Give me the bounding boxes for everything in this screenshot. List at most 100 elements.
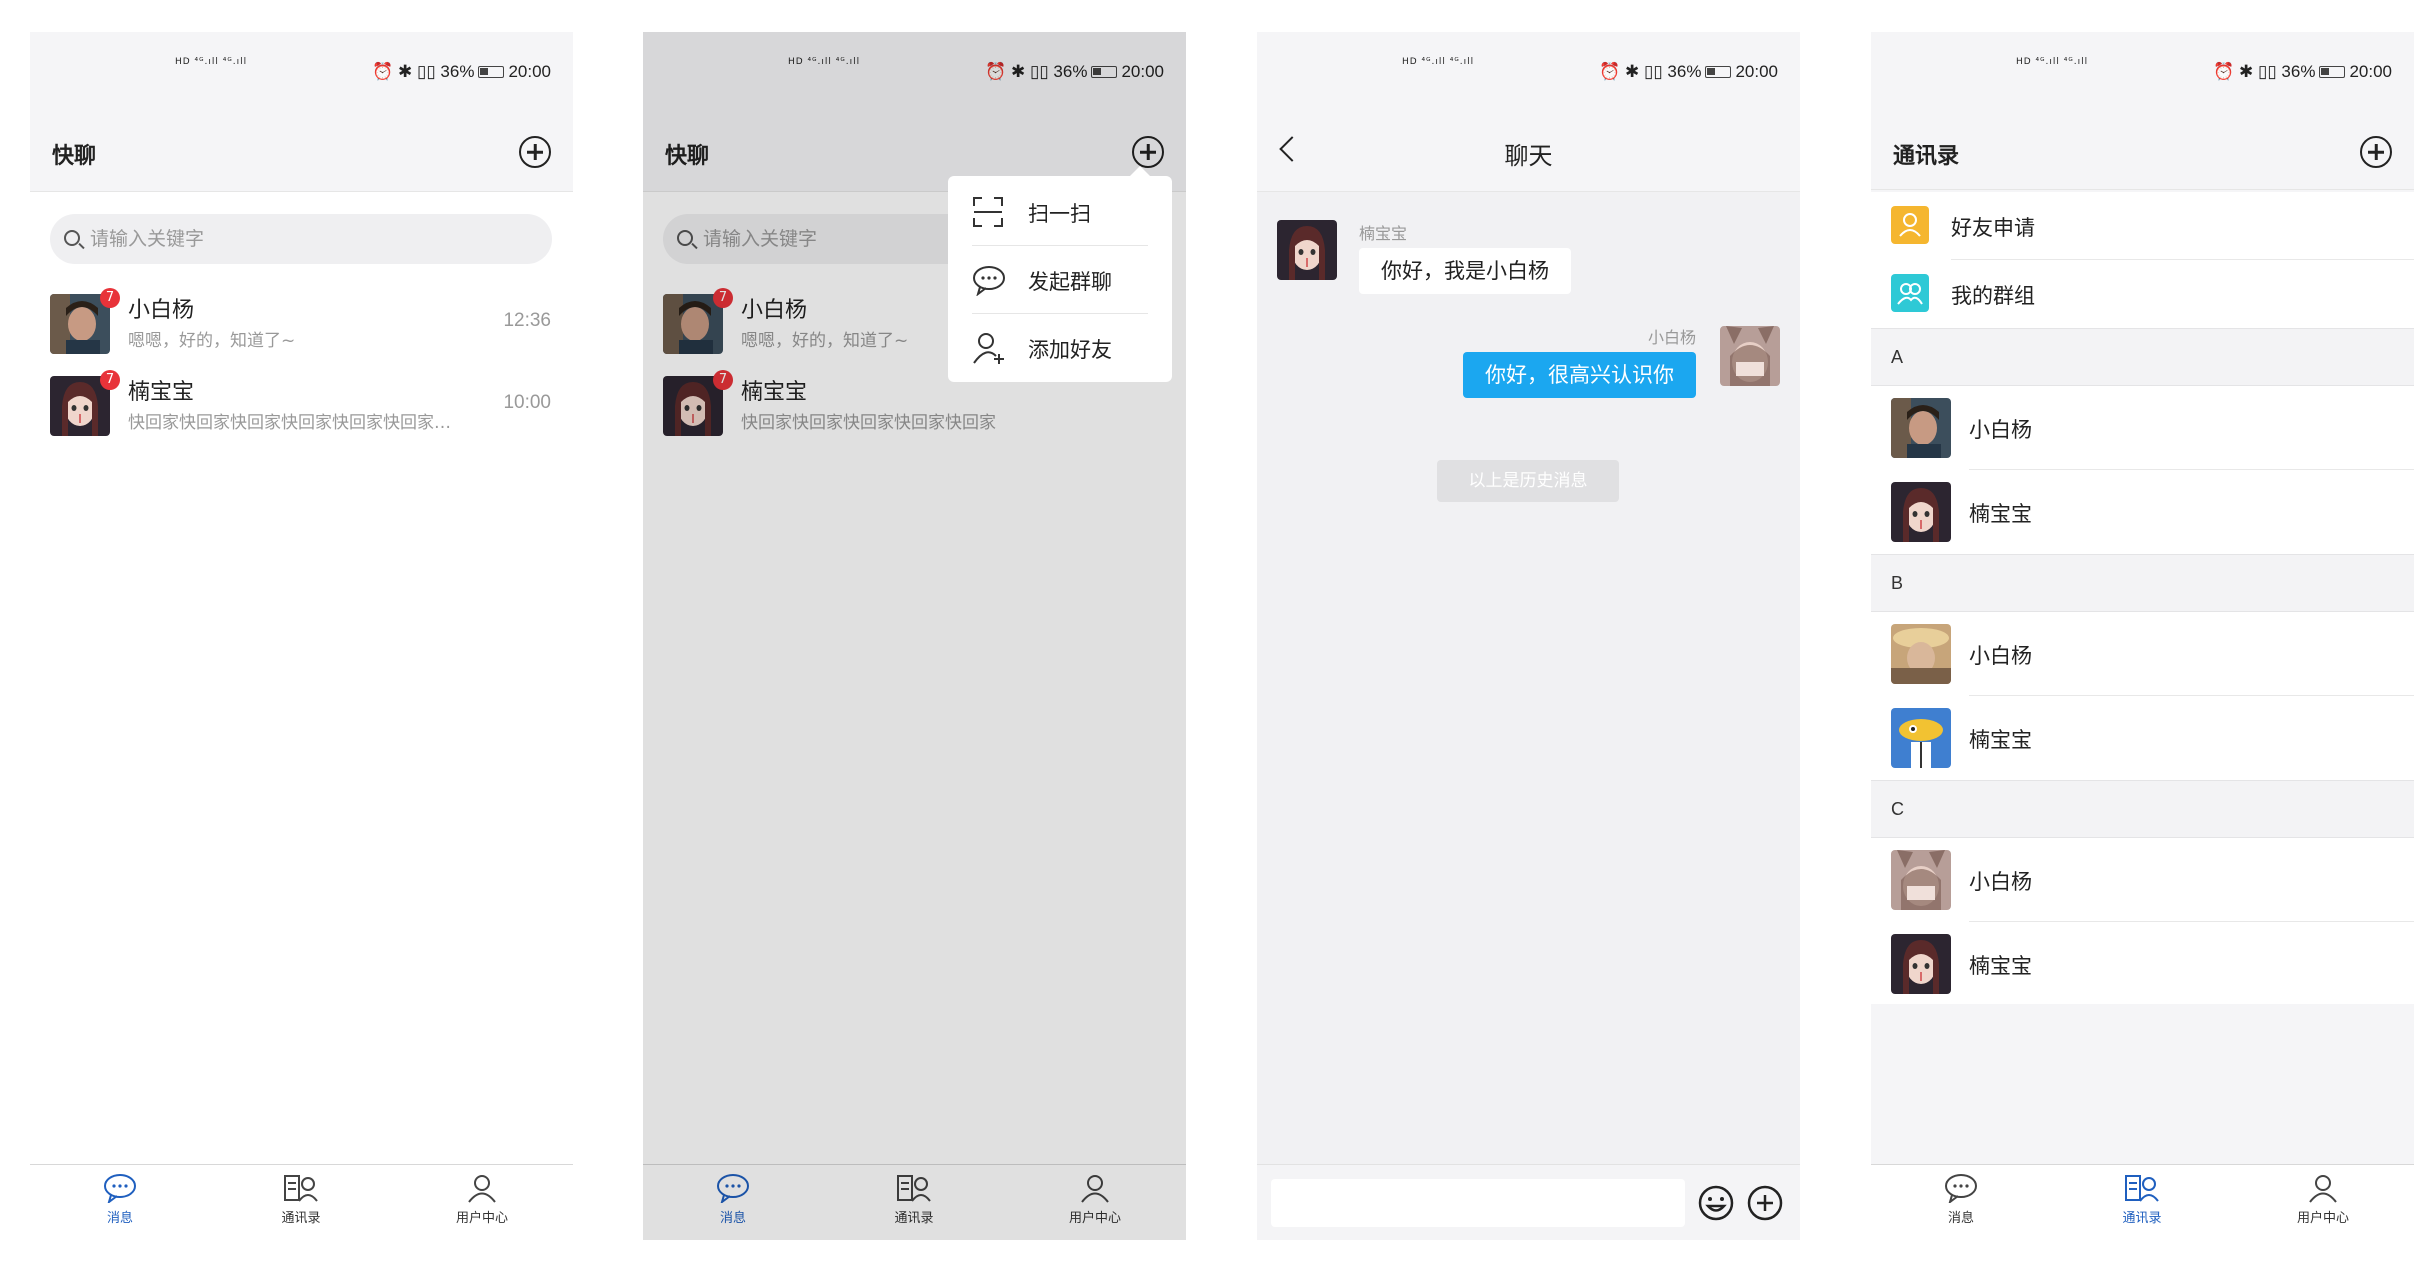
header: 快聊	[30, 108, 573, 192]
menu-item-label: 发起群聊	[1028, 270, 1112, 294]
contact-row[interactable]: 小白杨	[1871, 838, 2414, 922]
menu-item-add-friend[interactable]: 添加好友	[948, 314, 1172, 382]
avatar	[1891, 482, 1951, 542]
contact-name: 小白杨	[128, 298, 195, 323]
emoji-icon[interactable]	[1698, 1185, 1734, 1221]
tab-label: 用户中心	[455, 1211, 508, 1226]
contact-name: 小白杨	[1969, 870, 2032, 894]
battery-icon	[2319, 66, 2346, 78]
history-divider: 以上是历史消息	[1437, 460, 1619, 502]
page-title: 快聊	[52, 144, 97, 169]
tab-label: 通讯录	[281, 1211, 321, 1226]
message-bubble: 你好，很高兴认识你	[1463, 352, 1696, 398]
chat-bubble-icon	[973, 266, 1005, 296]
popup-menu: 扫一扫 发起群聊 添加好友	[948, 166, 1172, 382]
add-circle-icon[interactable]	[2360, 136, 2392, 168]
contact-row[interactable]: 小白杨	[1871, 612, 2414, 696]
avatar	[1891, 398, 1951, 458]
section-header: B	[1871, 554, 2414, 612]
contacts-icon	[2125, 1175, 2159, 1202]
tab-messages[interactable]: 消息	[1891, 1173, 2031, 1226]
contact-name: 小白杨	[1969, 418, 2032, 442]
message-preview: 快回家快回家快回家快回家快回家快回家…	[128, 413, 451, 433]
message-input[interactable]	[1271, 1179, 1685, 1227]
tab-label: 通讯录	[2122, 1211, 2162, 1226]
conversation-item[interactable]: 7 小白杨 嗯嗯，好的，知道了~ 12:36	[30, 282, 573, 364]
status-bar: HD ⁴ᴳ.ıll ⁴ᴳ.ıll ⏰ ✱ ▯▯ 36% 20:00	[1257, 32, 1800, 108]
section-letter: B	[1891, 573, 1904, 593]
user-icon	[2309, 1175, 2337, 1203]
add-circle-icon[interactable]	[519, 136, 551, 168]
status-bar: HD ⁴ᴳ.ıll ⁴ᴳ.ıll ⏰ ✱ ▯▯ 36% 20:00	[1871, 32, 2414, 108]
tab-contacts[interactable]: 通讯录	[231, 1173, 371, 1226]
signal-indicator: HD ⁴ᴳ.ıll ⁴ᴳ.ıll	[175, 57, 248, 67]
status-bar: HD ⁴ᴳ.ıll ⁴ᴳ.ıll ⏰ ✱ ▯▯ 36% 20:00	[30, 32, 573, 108]
avatar	[1891, 934, 1951, 994]
signal-indicator: HD ⁴ᴳ.ıll ⁴ᴳ.ıll	[2016, 57, 2089, 67]
status-time: 20:00	[1735, 62, 1778, 81]
tab-bar: 消息 通讯录 用户中心	[1871, 1164, 2414, 1240]
tab-contacts[interactable]: 通讯录	[2072, 1173, 2212, 1226]
status-time: 20:00	[508, 62, 551, 81]
status-icons: ⏰ ✱ ▯▯ 36%	[372, 62, 475, 81]
contact-name: 楠宝宝	[1969, 954, 2032, 978]
contact-row[interactable]: 小白杨	[1871, 386, 2414, 470]
message-icon	[104, 1174, 136, 1203]
signal-indicator: HD ⁴ᴳ.ıll ⁴ᴳ.ıll	[1402, 57, 1475, 67]
conversation-item[interactable]: 7 楠宝宝 快回家快回家快回家快回家快回家快回家… 10:00	[30, 364, 573, 446]
menu-item-label: 扫一扫	[1028, 202, 1091, 226]
menu-item-group-chat[interactable]: 发起群聊	[948, 246, 1172, 314]
tab-label: 消息	[1947, 1211, 1974, 1226]
tab-user-center[interactable]: 用户中心	[412, 1173, 552, 1226]
conversation-panel: 请输入关键字 7 小白杨 嗯嗯，好的，知道了~ 12:36 7 楠宝宝 快回家快…	[30, 192, 573, 1164]
battery-icon	[1705, 66, 1732, 78]
contact-name: 楠宝宝	[128, 380, 195, 405]
contact-row[interactable]: 楠宝宝	[1871, 696, 2414, 780]
friend-request-icon	[1891, 206, 1929, 244]
tab-label: 消息	[106, 1211, 133, 1226]
message-preview: 嗯嗯，好的，知道了~	[128, 331, 296, 351]
contact-row[interactable]: 楠宝宝	[1871, 922, 2414, 1004]
sender-name: 楠宝宝	[1359, 224, 1408, 243]
contacts-screen: HD ⁴ᴳ.ıll ⁴ᴳ.ıll ⏰ ✱ ▯▯ 36% 20:00 通讯录 好友申…	[1871, 32, 2414, 1240]
search-icon	[64, 230, 80, 246]
message-icon	[1945, 1174, 1977, 1203]
menu-screen: HD ⁴ᴳ.ıll ⁴ᴳ.ıll ⏰ ✱ ▯▯ 36% 20:00 快聊 请输入关…	[643, 32, 1186, 1240]
contacts-icon	[284, 1175, 318, 1202]
avatar	[1891, 708, 1951, 768]
user-icon	[468, 1175, 496, 1203]
status-time: 20:00	[2349, 62, 2392, 81]
menu-item-scan[interactable]: 扫一扫	[948, 178, 1172, 246]
section-header: A	[1871, 328, 2414, 386]
menu-item-label: 添加好友	[1028, 338, 1112, 362]
avatar	[1891, 850, 1951, 910]
header: 通讯录	[1871, 108, 2414, 190]
message-time: 10:00	[503, 392, 551, 413]
contact-name: 小白杨	[1969, 644, 2032, 668]
input-bar	[1257, 1164, 1800, 1240]
status-icons: ⏰ ✱ ▯▯ 36%	[2213, 62, 2316, 81]
chat-area: 楠宝宝 你好，我是小白杨 小白杨 你好，很高兴认识你 以上是历史消息	[1257, 192, 1800, 1164]
scan-icon	[973, 197, 1003, 227]
tab-bar: 消息 通讯录 用户中心	[30, 1164, 573, 1240]
add-user-icon	[973, 333, 1004, 364]
section-letter: C	[1891, 799, 1904, 819]
tab-messages[interactable]: 消息	[50, 1173, 190, 1226]
group-icon	[1891, 274, 1929, 312]
message-bubble: 你好，我是小白杨	[1359, 248, 1571, 294]
status-icons: ⏰ ✱ ▯▯ 36%	[1599, 62, 1702, 81]
friend-request-row[interactable]: 好友申请	[1871, 192, 2414, 260]
my-groups-row[interactable]: 我的群组	[1871, 260, 2414, 328]
header: 聊天	[1257, 108, 1800, 192]
page-title: 通讯录	[1893, 144, 1960, 169]
section-header: C	[1871, 780, 2414, 838]
tab-user-center[interactable]: 用户中心	[2253, 1173, 2393, 1226]
contact-name: 楠宝宝	[1969, 502, 2032, 526]
messages-screen: HD ⁴ᴳ.ıll ⁴ᴳ.ıll ⏰ ✱ ▯▯ 36% 20:00 快聊 请输入关…	[30, 32, 573, 1240]
search-input[interactable]: 请输入关键字	[50, 214, 552, 264]
avatar	[1277, 220, 1337, 280]
add-attachment-icon[interactable]	[1747, 1185, 1783, 1221]
page-title: 聊天	[1504, 142, 1553, 170]
contact-row[interactable]: 楠宝宝	[1871, 470, 2414, 554]
search-placeholder: 请输入关键字	[90, 228, 205, 250]
